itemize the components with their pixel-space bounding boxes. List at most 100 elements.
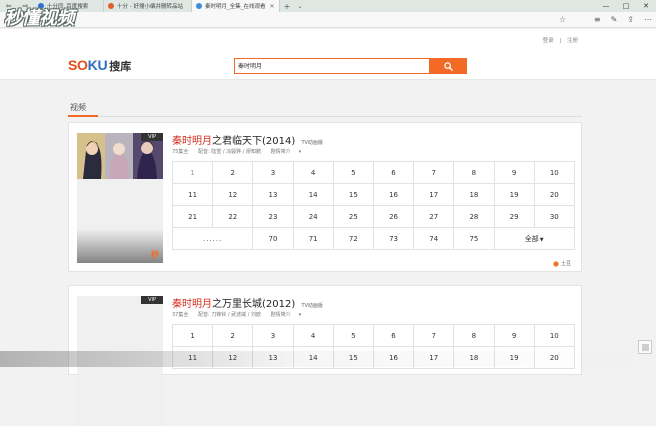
- play-mark: 秒: [151, 250, 159, 259]
- tab-menu-chevron-icon[interactable]: ⌄: [294, 3, 306, 10]
- result-card: VIP 秒 秦时明月之君临天下(2014) TV动画版 75集全 配音: 陆雪 …: [68, 122, 582, 272]
- source-site[interactable]: 土豆: [552, 260, 571, 267]
- tab-video[interactable]: 视频: [70, 102, 86, 113]
- browser-tab-bar: ⇦ ⇨ 十分同_百度搜索 十分 - 好搜小编并删转品站 秦时明月_全集_在线观看…: [0, 0, 656, 12]
- vip-badge: VIP: [141, 133, 163, 141]
- episode-cell[interactable]: 17: [413, 183, 455, 206]
- episode-cell[interactable]: 7: [413, 324, 455, 347]
- episode-cell[interactable]: 6: [372, 324, 415, 347]
- episode-cell[interactable]: 8: [453, 161, 495, 184]
- synopsis-link[interactable]: 剧情简介: [271, 312, 291, 318]
- episode-cell[interactable]: 30: [533, 205, 575, 228]
- browser-toolbar: ≡ ✎ ⇪ ⋯: [594, 15, 652, 24]
- browser-tab-2[interactable]: 十分 - 好搜小编并删转品站: [104, 0, 192, 12]
- episode-cell[interactable]: 3: [252, 161, 294, 184]
- episode-cell[interactable]: 1: [171, 161, 214, 184]
- episode-cell[interactable]: 72: [332, 227, 374, 250]
- episode-cell[interactable]: 7: [413, 161, 455, 184]
- episode-cell[interactable]: 24: [292, 205, 334, 228]
- episode-cell[interactable]: 19: [493, 183, 535, 206]
- episode-cell[interactable]: 25: [332, 205, 374, 228]
- search-button[interactable]: [430, 58, 467, 74]
- episode-cell[interactable]: 8: [453, 324, 495, 347]
- episode-ellipsis[interactable]: ......: [171, 227, 254, 250]
- episode-cell[interactable]: 6: [372, 161, 415, 184]
- episode-cell[interactable]: 29: [493, 205, 535, 228]
- window-controls: — □ ✕: [596, 0, 656, 12]
- episode-cell[interactable]: 4: [292, 161, 334, 184]
- episode-cell[interactable]: 14: [292, 183, 334, 206]
- more-icon[interactable]: ⋯: [644, 15, 652, 24]
- soku-logo[interactable]: SOKU 搜库: [68, 57, 131, 74]
- favorite-star-icon[interactable]: ☆: [559, 15, 566, 24]
- reading-list-icon[interactable]: ≡: [594, 15, 601, 24]
- episode-cell[interactable]: 18: [453, 183, 495, 206]
- episode-cell[interactable]: 2: [212, 161, 254, 184]
- result-title[interactable]: 秦时明月之万里长城(2012) TV动画版: [172, 295, 323, 310]
- site-header: 登录 | 注册 SOKU 搜库: [0, 29, 656, 80]
- episode-cell[interactable]: 16: [372, 183, 415, 206]
- episode-cell[interactable]: 3: [252, 324, 294, 347]
- episode-cell[interactable]: 10: [533, 324, 575, 347]
- maximize-button[interactable]: □: [616, 0, 636, 12]
- tab-favicon-icon: [196, 3, 202, 9]
- pen-icon[interactable]: ✎: [611, 15, 618, 24]
- episode-cell[interactable]: 26: [372, 205, 415, 228]
- episode-cell[interactable]: 13: [252, 183, 294, 206]
- tudou-logo-icon: [552, 260, 559, 267]
- result-meta: 37集全 配音: 刀锋铃 / 武述威 / 刘欧 剧情简介 ▾: [172, 311, 301, 318]
- episode-grid: 1 2 3 4 5 6 7 8 9 10 11 12 13 14 15 16 1…: [171, 161, 575, 250]
- episode-cell[interactable]: 9: [493, 161, 535, 184]
- result-title[interactable]: 秦时明月之君临天下(2014) TV动画版: [172, 132, 323, 147]
- episode-cell[interactable]: 74: [413, 227, 455, 250]
- episode-cell[interactable]: 12: [212, 183, 254, 206]
- episode-count: 37集全: [172, 312, 189, 318]
- episode-cell[interactable]: 23: [252, 205, 294, 228]
- episode-cell[interactable]: 2: [212, 324, 254, 347]
- share-icon[interactable]: ⇪: [627, 15, 634, 24]
- episode-cell[interactable]: 73: [372, 227, 415, 250]
- episode-cell[interactable]: 28: [453, 205, 495, 228]
- episode-cell[interactable]: 5: [332, 161, 374, 184]
- new-tab-button[interactable]: +: [280, 2, 294, 11]
- episode-cell[interactable]: 75: [453, 227, 495, 250]
- voice-cast: 配音: 刀锋铃 / 武述威 / 刘欧: [197, 312, 261, 318]
- minimize-button[interactable]: —: [596, 0, 616, 12]
- episode-cell[interactable]: 22: [212, 205, 254, 228]
- episode-cell[interactable]: 71: [292, 227, 334, 250]
- vip-badge: VIP: [141, 296, 163, 304]
- close-window-button[interactable]: ✕: [636, 0, 656, 12]
- logo-text: SOKU: [68, 57, 108, 73]
- synopsis-link[interactable]: 剧情简介: [271, 149, 291, 155]
- search-input[interactable]: [235, 59, 425, 72]
- voice-cast: 配音: 陆雪 / 冯骏骅 / 廖知鹏: [197, 149, 261, 155]
- result-type-tag: TV动画版: [301, 140, 323, 146]
- episode-cell[interactable]: 11: [171, 183, 214, 206]
- episode-cell[interactable]: 20: [533, 183, 575, 206]
- back-to-top-icon: [642, 344, 649, 351]
- episode-cell[interactable]: 9: [493, 324, 535, 347]
- episode-cell[interactable]: 21: [171, 205, 214, 228]
- episode-cell[interactable]: 10: [533, 161, 575, 184]
- result-thumbnail[interactable]: VIP 秒: [77, 133, 163, 263]
- watermark-logo: 秒懂视频: [4, 8, 75, 29]
- result-meta: 75集全 配音: 陆雪 / 冯骏骅 / 廖知鹏 剧情简介 ▾: [172, 148, 301, 155]
- login-link[interactable]: 登录: [543, 38, 554, 44]
- chevron-down-icon: ▾: [298, 312, 302, 318]
- tab-close-icon[interactable]: ✕: [270, 3, 275, 10]
- episode-cell[interactable]: 5: [332, 324, 374, 347]
- episode-cell[interactable]: 1: [171, 324, 214, 347]
- all-episodes-button[interactable]: 全部▼: [493, 227, 575, 250]
- chevron-down-icon: ▼: [539, 236, 544, 243]
- active-tab-indicator: [68, 115, 98, 117]
- episode-cell[interactable]: 4: [292, 324, 334, 347]
- screen-shadow: [0, 351, 656, 367]
- browser-tab-3[interactable]: 秦时明月_全集_在线观看 ✕: [192, 0, 280, 12]
- link-separator: |: [559, 38, 562, 44]
- episode-cell[interactable]: 27: [413, 205, 455, 228]
- section-divider: [68, 116, 582, 117]
- episode-cell[interactable]: 70: [252, 227, 294, 250]
- episode-cell[interactable]: 15: [332, 183, 374, 206]
- tab-label: 秦时明月_全集_在线观看: [205, 4, 266, 10]
- register-link[interactable]: 注册: [567, 38, 578, 44]
